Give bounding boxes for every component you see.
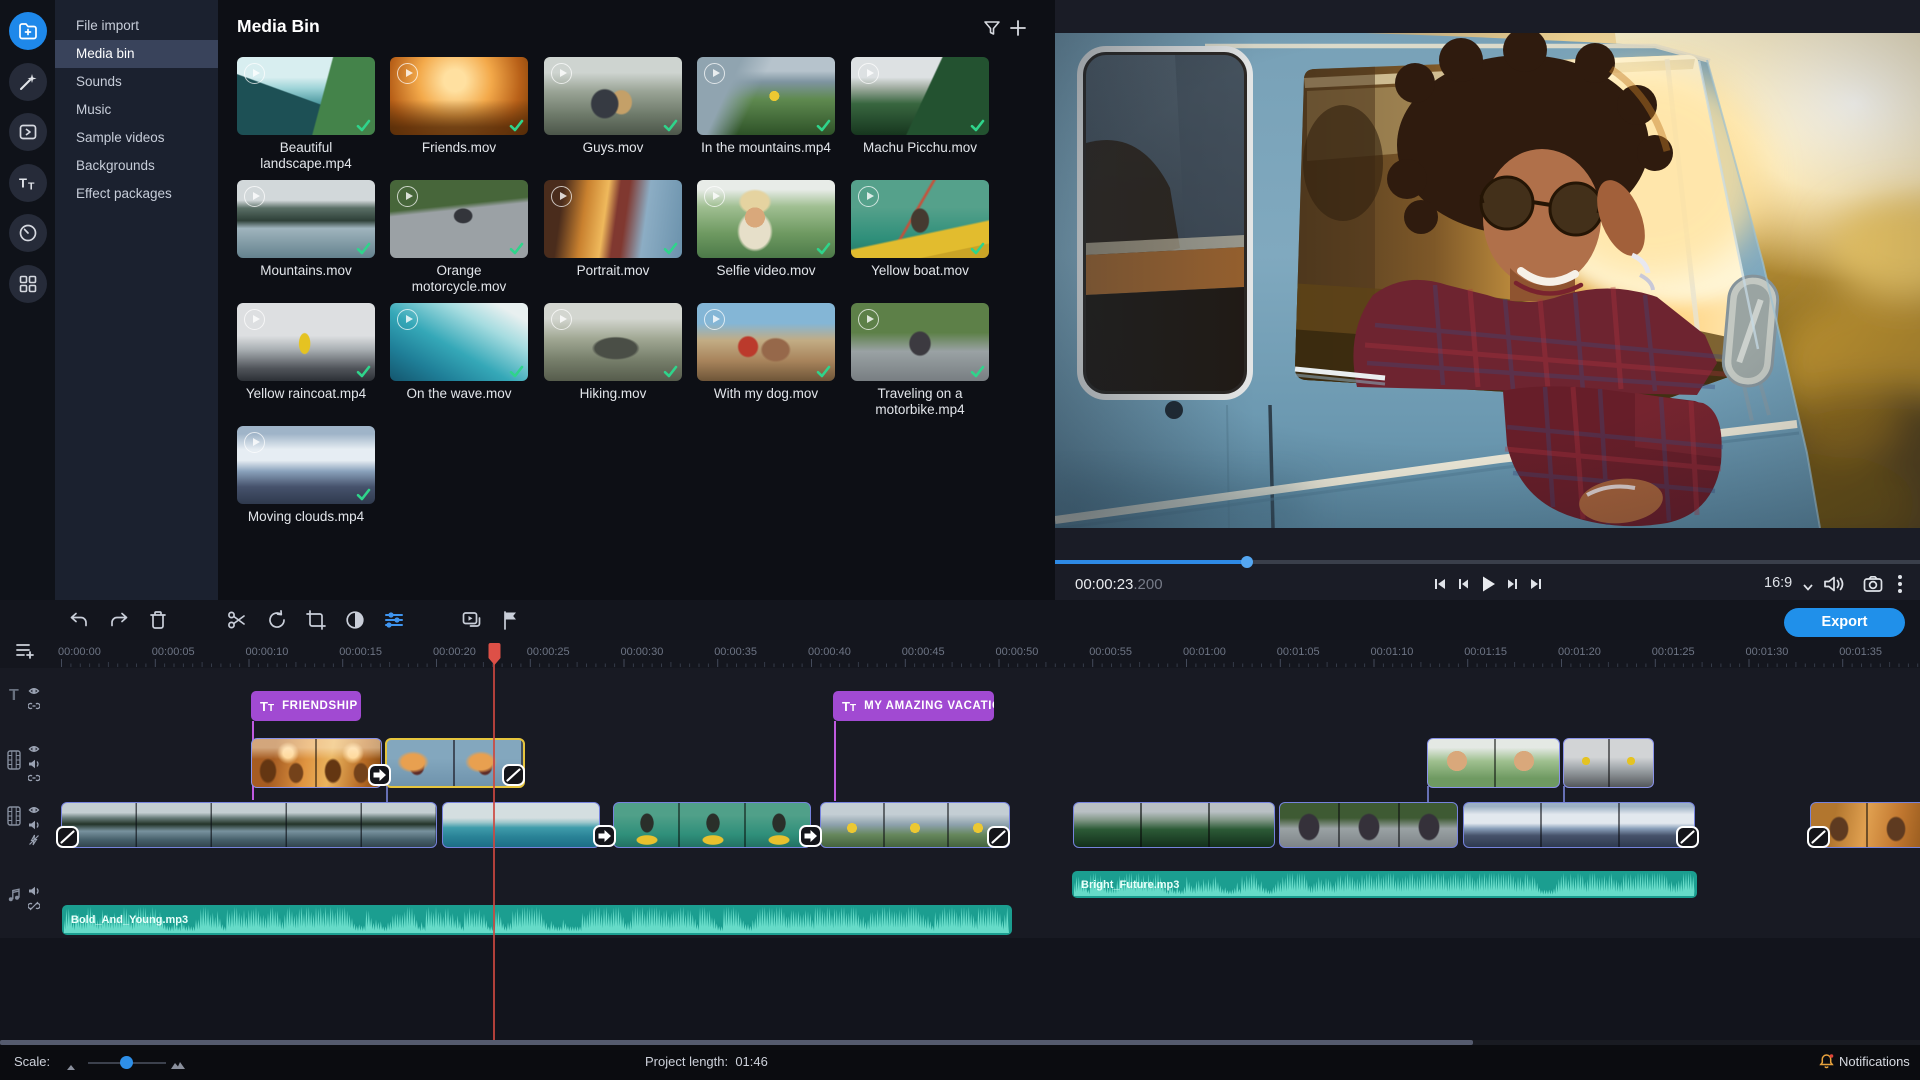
svg-text:00:00:55: 00:00:55 [1089,646,1132,658]
svg-text:00:01:00: 00:01:00 [1183,646,1226,658]
svg-text:00:00:10: 00:00:10 [246,646,289,658]
svg-text:00:00:00: 00:00:00 [58,646,101,658]
svg-text:00:00:40: 00:00:40 [808,646,851,658]
svg-text:T: T [19,176,27,191]
svg-text:00:01:20: 00:01:20 [1558,646,1601,658]
svg-text:00:01:30: 00:01:30 [1746,646,1789,658]
svg-text:T: T [28,181,35,193]
svg-text:00:01:15: 00:01:15 [1464,646,1507,658]
svg-text:00:00:15: 00:00:15 [339,646,382,658]
svg-text:00:00:35: 00:00:35 [714,646,757,658]
svg-text:00:00:50: 00:00:50 [996,646,1039,658]
svg-text:00:01:10: 00:01:10 [1371,646,1414,658]
svg-text:00:00:30: 00:00:30 [621,646,664,658]
svg-text:00:00:05: 00:00:05 [152,646,195,658]
svg-text:00:01:05: 00:01:05 [1277,646,1320,658]
svg-text:00:00:25: 00:00:25 [527,646,570,658]
svg-text:00:01:25: 00:01:25 [1652,646,1695,658]
svg-text:00:01:35: 00:01:35 [1839,646,1882,658]
svg-text:00:00:45: 00:00:45 [902,646,945,658]
svg-text:00:00:20: 00:00:20 [433,646,476,658]
